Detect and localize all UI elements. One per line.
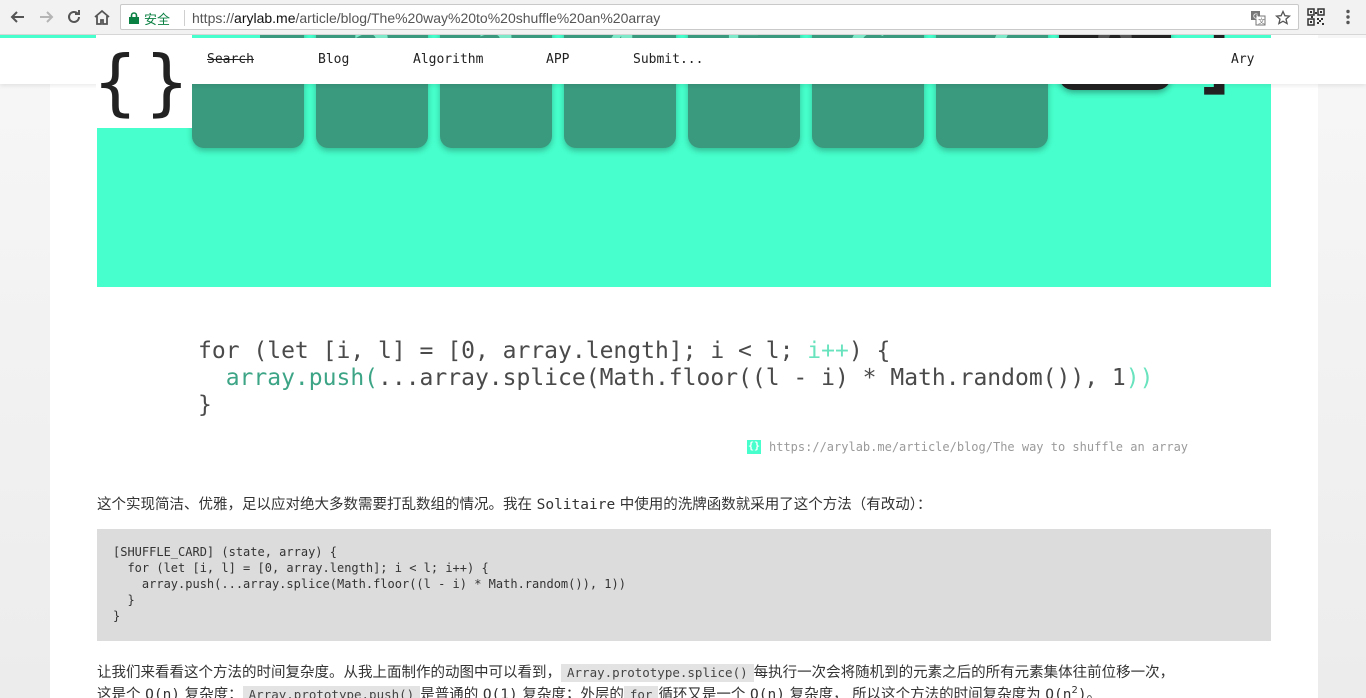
- nav-blog[interactable]: Blog: [318, 52, 349, 67]
- code-text: )): [1125, 365, 1154, 391]
- nav-search[interactable]: Search: [207, 52, 254, 67]
- figure-code: for (let [i, l] = [0, array.length]; i <…: [198, 338, 1153, 419]
- browser-toolbar: 安全 https://arylab.me/article/blog/The%20…: [0, 0, 1366, 35]
- svg-text:文: 文: [1258, 17, 1265, 26]
- text: 循环又是一个: [658, 687, 751, 698]
- inline-code: Array.prototype.push(): [242, 686, 421, 698]
- watermark-logo: {}: [747, 440, 761, 454]
- complexity: O(n): [145, 687, 181, 698]
- logo-text: {}: [92, 39, 196, 124]
- lock-icon: [129, 12, 139, 24]
- article-container: 1 2 3 4 5 6 7 8 ] for (let [i, l] = [0, …: [50, 35, 1318, 698]
- text: 复杂度；外层的: [517, 687, 624, 698]
- bookmark-star-icon[interactable]: [1274, 9, 1292, 27]
- url-scheme: https://: [192, 10, 235, 26]
- complexity: O(1): [482, 687, 518, 698]
- url-text[interactable]: https://arylab.me/article/blog/The%20way…: [192, 9, 660, 27]
- code-text: }: [198, 392, 212, 418]
- menu-icon[interactable]: [1338, 7, 1358, 27]
- nav-submit[interactable]: Submit...: [633, 52, 703, 67]
- address-bar[interactable]: 安全 https://arylab.me/article/blog/The%20…: [120, 4, 1299, 30]
- url-host: arylab.me: [234, 10, 296, 26]
- text: 复杂度， 所以这个方法的时间复杂度为: [784, 687, 1046, 698]
- text: 是普通的: [420, 687, 483, 698]
- reload-icon[interactable]: [64, 7, 84, 27]
- code-text: ) {: [848, 338, 891, 364]
- figure-watermark: {} https://arylab.me/article/blog/The wa…: [747, 440, 1188, 454]
- code-text: for (let [i, l] = [0, array.length]; i <…: [198, 338, 808, 364]
- complexity: )。: [1077, 687, 1102, 698]
- paragraph: 让我们来看看这个方法的时间复杂度。从我上面制作的动图中可以看到， Array.pr…: [97, 661, 1174, 682]
- code-text: ...array.splice(Math.floor((l - i) * Mat…: [378, 365, 1126, 391]
- page-viewport: 1 2 3 4 5 6 7 8 ] for (let [i, l] = [0, …: [0, 35, 1366, 698]
- nav-app[interactable]: APP: [546, 52, 569, 67]
- code-text: array.push(: [198, 365, 379, 391]
- code-text: i++: [807, 338, 849, 364]
- url-path: /article/blog/The%20way%20to%20shuffle%2…: [295, 10, 661, 26]
- security-label: 安全: [144, 11, 171, 27]
- security-indicator[interactable]: 安全: [129, 9, 170, 27]
- home-icon[interactable]: [92, 7, 112, 27]
- paragraph: 这是个 O(n) 复杂度： Array.prototype.push() 是普通的 …: [97, 683, 1101, 698]
- site-header: Search Blog Algorithm APP Submit... Ary: [0, 38, 1366, 84]
- text: 这是个: [97, 687, 146, 698]
- text: 每执行一次会将随机到的元素之后的所有元素集体往前位移一次，: [753, 665, 1175, 681]
- forward-icon[interactable]: [36, 7, 56, 27]
- watermark-url: https://arylab.me/article/blog/The way t…: [769, 440, 1189, 454]
- user-name[interactable]: Ary: [1231, 52, 1254, 67]
- complexity: O(n: [1045, 687, 1072, 698]
- code-block-text: [SHUFFLE_CARD] (state, array) { for (let…: [113, 545, 626, 623]
- text: 这个实现简洁、优雅，足以应对绝大多数需要打乱数组的情况。我在: [97, 497, 537, 513]
- complexity: O(n): [750, 687, 785, 698]
- text: 让我们来看看这个方法的时间复杂度。从我上面制作的动图中可以看到，: [97, 665, 561, 681]
- paragraph: 这个实现简洁、优雅，足以应对绝大多数需要打乱数组的情况。我在 Solitaire…: [97, 493, 932, 514]
- omnibox-divider: [184, 10, 185, 26]
- translate-icon[interactable]: G文: [1249, 9, 1267, 27]
- back-icon[interactable]: [8, 7, 28, 27]
- inline-code: for: [623, 686, 659, 698]
- qr-code-icon[interactable]: [1306, 7, 1326, 27]
- nav-algorithm[interactable]: Algorithm: [413, 52, 483, 67]
- inline-term: Solitaire: [536, 497, 616, 513]
- site-logo[interactable]: {}: [92, 35, 192, 128]
- code-block: [SHUFFLE_CARD] (state, array) { for (let…: [97, 529, 1271, 641]
- inline-code: Array.prototype.splice(): [561, 664, 754, 682]
- text: 复杂度：: [180, 687, 243, 698]
- text: 中使用的洗牌函数就采用了这个方法（有改动）：: [615, 497, 932, 513]
